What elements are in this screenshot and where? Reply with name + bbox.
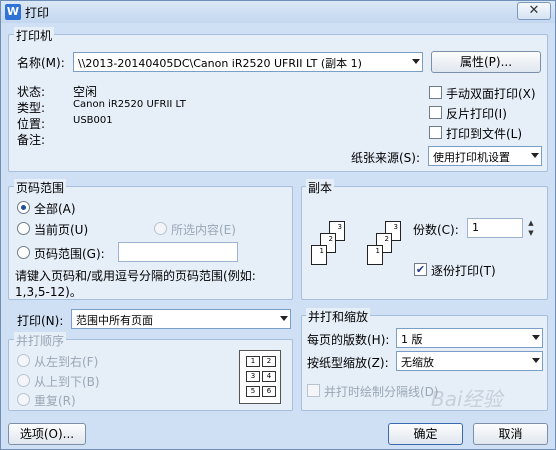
printer-name-value: \\2013-20140405DC\Canon iR2520 UFRII LT … bbox=[78, 57, 362, 70]
page-range-selection-radio[interactable] bbox=[154, 222, 167, 235]
spin-down-icon[interactable]: ▼ bbox=[524, 228, 538, 238]
reverse-print-label: 反片打印(I) bbox=[446, 107, 507, 121]
status-value: 空闲 bbox=[73, 85, 98, 99]
location-label: 位置: bbox=[17, 117, 46, 131]
page-range-current-label: 当前页(U) bbox=[34, 223, 89, 237]
printer-name-label: 名称(M): bbox=[17, 56, 65, 70]
print-to-file-label: 打印到文件(L) bbox=[446, 127, 523, 141]
copies-count-input[interactable]: 1 bbox=[467, 218, 523, 238]
paper-source-value: 使用打印机设置 bbox=[433, 151, 510, 164]
draw-borders-label: 并打时绘制分隔线(D) bbox=[324, 385, 439, 399]
printer-name-select[interactable]: \\2013-20140405DC\Canon iR2520 UFRII LT … bbox=[73, 52, 423, 72]
print-what-label: 打印(N): bbox=[17, 314, 64, 328]
title-bar: W 打印 ✕ bbox=[1, 1, 555, 23]
order-cell: 4 bbox=[262, 371, 276, 382]
page-range-hint-line1: 请键入页码和/或用逗号分隔的页码范围(例如: bbox=[15, 269, 256, 283]
window-title: 打印 bbox=[25, 6, 50, 20]
type-label: 类型: bbox=[17, 101, 46, 115]
properties-button[interactable]: 属性(P)... bbox=[431, 51, 541, 73]
paper-source-select[interactable]: 使用打印机设置 bbox=[428, 146, 542, 166]
page-range-custom-label: 页码范围(G): bbox=[34, 247, 105, 261]
status-label: 状态: bbox=[17, 85, 46, 99]
order-cell: 6 bbox=[262, 386, 276, 397]
scale-value: 无缩放 bbox=[401, 356, 434, 369]
order-cell: 2 bbox=[262, 356, 276, 367]
chevron-down-icon bbox=[531, 153, 539, 158]
page-range-hint-line2: 1,3,5-12)。 bbox=[15, 285, 82, 299]
chevron-down-icon bbox=[280, 316, 288, 321]
page-icon: 1 bbox=[367, 245, 383, 265]
order-ltr-radio[interactable] bbox=[17, 354, 30, 367]
pages-per-sheet-value: 1 版 bbox=[401, 333, 423, 346]
draw-borders-checkbox[interactable] bbox=[307, 384, 320, 397]
close-button[interactable]: ✕ bbox=[517, 2, 551, 20]
pages-per-sheet-label: 每页的版数(H): bbox=[307, 333, 390, 347]
chevron-down-icon bbox=[532, 335, 540, 340]
pages-per-sheet-select[interactable]: 1 版 bbox=[396, 328, 543, 348]
page-range-group-label: 页码范围 bbox=[14, 179, 67, 196]
page-range-all-radio[interactable] bbox=[17, 201, 30, 214]
copies-spinner[interactable]: ▲ ▼ bbox=[524, 218, 538, 238]
collate-checkbox[interactable]: ✔ bbox=[414, 263, 427, 276]
collate-label: 逐份打印(T) bbox=[431, 264, 496, 278]
order-ttb-radio[interactable] bbox=[17, 374, 30, 387]
order-cell: 5 bbox=[246, 386, 260, 397]
page-range-input[interactable] bbox=[118, 242, 238, 262]
wps-app-icon: W bbox=[5, 4, 21, 20]
scale-label: 按纸型缩放(Z): bbox=[307, 356, 389, 370]
page-icon: 1 bbox=[311, 245, 327, 265]
cancel-button[interactable]: 取消 bbox=[473, 423, 548, 445]
order-ttb-label: 从上到下(B) bbox=[34, 375, 100, 389]
copies-group bbox=[301, 186, 548, 300]
order-ltr-label: 从左到右(F) bbox=[34, 355, 99, 369]
page-range-custom-radio[interactable] bbox=[17, 246, 30, 259]
type-value: Canon iR2520 UFRII LT bbox=[73, 99, 186, 110]
page-range-current-radio[interactable] bbox=[17, 222, 30, 235]
comment-label: 备注: bbox=[17, 133, 46, 147]
page-range-selection-label: 所选内容(E) bbox=[171, 223, 236, 237]
chevron-down-icon bbox=[412, 59, 420, 64]
scale-select[interactable]: 无缩放 bbox=[396, 351, 543, 371]
manual-duplex-checkbox[interactable] bbox=[429, 86, 442, 99]
print-to-file-checkbox[interactable] bbox=[429, 126, 442, 139]
zoom-group-label: 并打和缩放 bbox=[306, 308, 371, 325]
order-preview-sheet: 1 2 3 4 5 6 bbox=[239, 350, 281, 404]
manual-duplex-label: 手动双面打印(X) bbox=[446, 87, 536, 101]
order-repeat-radio[interactable] bbox=[17, 393, 30, 406]
page-range-all-label: 全部(A) bbox=[34, 202, 76, 216]
print-dialog: W 打印 ✕ 打印机 名称(M): \\2013-20140405DC\Cano… bbox=[0, 0, 556, 450]
copies-count-label: 份数(C): bbox=[413, 223, 459, 237]
location-value: USB001 bbox=[73, 115, 113, 126]
copies-group-label: 副本 bbox=[306, 179, 335, 196]
print-what-select[interactable]: 范围中所有页面 bbox=[71, 309, 291, 329]
chevron-down-icon bbox=[532, 358, 540, 363]
order-repeat-label: 重复(R) bbox=[34, 394, 76, 408]
ok-button[interactable]: 确定 bbox=[388, 423, 463, 445]
options-button[interactable]: 选项(O)... bbox=[8, 423, 86, 445]
print-what-value: 范围中所有页面 bbox=[76, 314, 153, 327]
spin-up-icon[interactable]: ▲ bbox=[524, 218, 538, 228]
printer-group-label: 打印机 bbox=[14, 27, 55, 44]
order-cell: 3 bbox=[246, 371, 260, 382]
reverse-print-checkbox[interactable] bbox=[429, 106, 442, 119]
paper-source-label: 纸张来源(S): bbox=[351, 151, 421, 165]
watermark: Bai经验 bbox=[431, 387, 503, 411]
order-cell: 1 bbox=[246, 356, 260, 367]
print-order-group-label: 并打顺序 bbox=[14, 332, 67, 349]
